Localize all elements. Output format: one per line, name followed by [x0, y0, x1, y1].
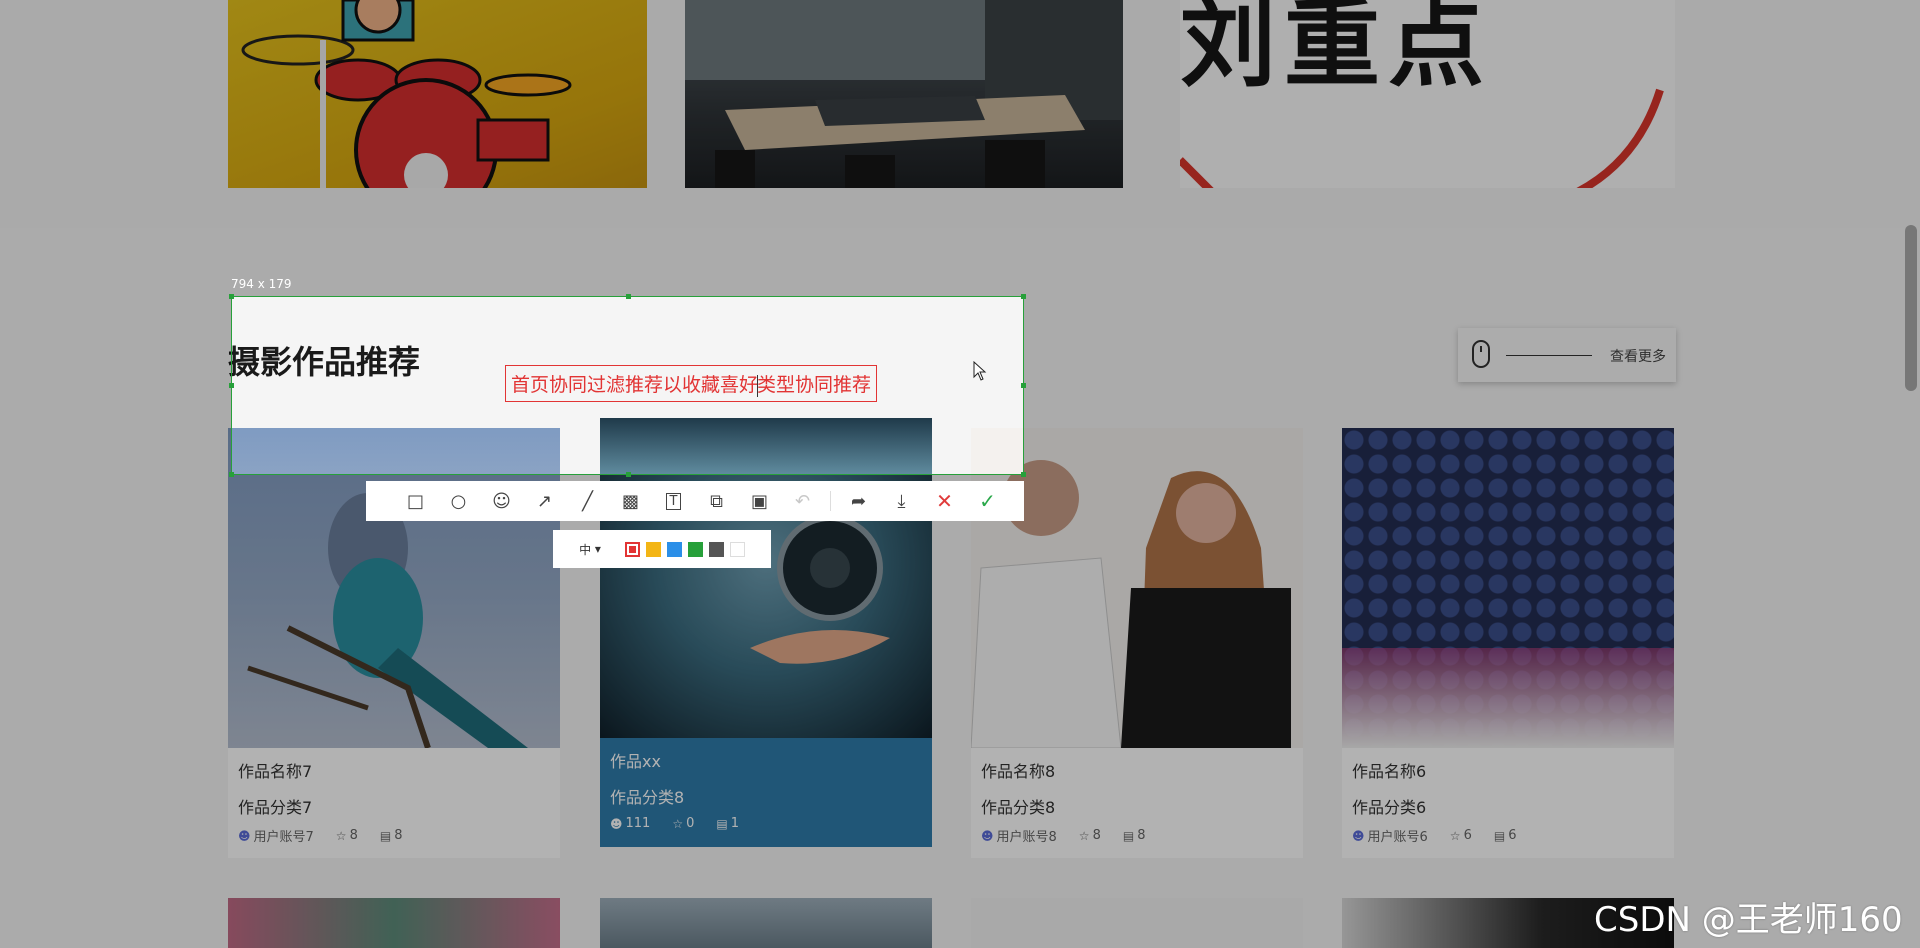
drummer-illustration-image[interactable] — [228, 0, 647, 188]
slogan-image[interactable]: 刘重点 — [1180, 0, 1675, 188]
blueberries-photo — [1342, 428, 1674, 748]
user-icon: ☻ — [981, 828, 994, 843]
star-icon: ☆ — [672, 816, 684, 831]
user-icon: ☻ — [610, 816, 623, 831]
share-icon[interactable]: ➦ — [837, 481, 880, 521]
mouse-icon — [1472, 340, 1490, 368]
work-meta: ☻ 用户账号8 ☆ 8 ▤ 8 — [981, 826, 1145, 845]
resize-handle[interactable] — [1021, 383, 1026, 388]
work-card[interactable]: 作品名称6 作品分类6 ☻ 用户账号6 ☆ 6 ▤ 6 — [1342, 428, 1674, 858]
meeting-room-image[interactable] — [685, 0, 1123, 188]
color-swatch-green[interactable] — [688, 541, 703, 557]
work-user: 用户账号6 — [1367, 830, 1428, 845]
view-more-label: 查看更多 — [1610, 349, 1666, 365]
comment-icon: ▤ — [1122, 828, 1135, 843]
text-style-bar: 中 ▾ — [553, 530, 771, 568]
work-category: 作品分类8 — [610, 788, 685, 807]
close-icon[interactable]: ✕ — [923, 481, 966, 521]
work-name: 作品名称7 — [238, 762, 313, 781]
ellipse-icon[interactable]: ○ — [437, 481, 480, 521]
user-icon: ☻ — [1352, 828, 1365, 843]
work-meta: ☻ 用户账号6 ☆ 6 ▤ 6 — [1352, 826, 1516, 845]
work-user: 用户账号8 — [996, 830, 1057, 845]
work-comments: 6 — [1508, 828, 1517, 843]
user-icon: ☻ — [238, 828, 251, 843]
color-swatch-yellow[interactable] — [646, 541, 661, 557]
work-stars: 6 — [1463, 828, 1472, 843]
color-swatch-blue[interactable] — [667, 541, 682, 557]
resize-handle[interactable] — [1021, 294, 1026, 299]
work-category: 作品分类7 — [238, 798, 313, 817]
resize-handle[interactable] — [1021, 472, 1026, 477]
line-icon[interactable]: ╱ — [566, 481, 609, 521]
selection-size-label: 794 x 179 — [231, 277, 292, 291]
work-category: 作品分类6 — [1352, 798, 1427, 817]
font-size-value: 中 — [579, 542, 592, 557]
star-icon: ☆ — [1078, 828, 1090, 843]
annotation-text-after: 类型协同推荐 — [757, 374, 872, 396]
color-swatch-red[interactable] — [625, 541, 640, 557]
resize-handle[interactable] — [229, 383, 234, 388]
page-scrollbar[interactable] — [1905, 225, 1917, 391]
ocr-icon[interactable]: ▣ — [738, 481, 781, 521]
star-icon: ☆ — [335, 828, 347, 843]
work-stars: 0 — [686, 816, 695, 831]
divider-line — [1506, 355, 1592, 356]
work-meta: ☻ 用户账号7 ☆ 8 ▤ 8 — [238, 826, 402, 845]
resize-handle[interactable] — [229, 294, 234, 299]
work-name: 作品名称8 — [981, 762, 1056, 781]
toolbar-separator — [830, 491, 831, 511]
work-name: 作品名称6 — [1352, 762, 1427, 781]
bird-photo — [228, 428, 560, 748]
work-stars: 8 — [1092, 828, 1101, 843]
resize-handle[interactable] — [229, 472, 234, 477]
work-comments: 1 — [730, 816, 740, 831]
view-more-button[interactable]: 查看更多 — [1458, 328, 1676, 382]
work-category: 作品分类8 — [981, 798, 1056, 817]
work-stars: 8 — [349, 828, 358, 843]
work-card-image[interactable] — [971, 898, 1303, 948]
mouse-cursor-icon — [973, 361, 987, 381]
comment-icon: ▤ — [379, 828, 392, 843]
resize-handle[interactable] — [626, 472, 631, 477]
text-icon[interactable]: T — [652, 481, 695, 521]
work-comments: 8 — [1137, 828, 1146, 843]
work-user: 111 — [625, 816, 651, 831]
comment-icon: ▤ — [1493, 828, 1506, 843]
work-card-image[interactable] — [228, 898, 560, 948]
screenshot-toolbar: □ ○ ☺ ↗ ╱ ▩ T ⧉ ▣ ↶ ➦ ⤓ ✕ ✓ — [366, 481, 1024, 521]
chevron-down-icon: ▾ — [594, 542, 601, 556]
work-comments: 8 — [394, 828, 403, 843]
download-icon[interactable]: ⤓ — [880, 481, 923, 521]
resize-handle[interactable] — [626, 294, 631, 299]
font-size-select[interactable]: 中 ▾ — [561, 537, 619, 561]
work-name: 作品xx — [610, 752, 661, 771]
pin-icon[interactable]: ⧉ — [695, 481, 738, 521]
work-meta: ☻ 111 ☆ 0 ▤ 1 — [610, 816, 739, 831]
work-user: 用户账号7 — [253, 830, 314, 845]
arrow-icon[interactable]: ↗ — [523, 481, 566, 521]
emoji-icon[interactable]: ☺ — [480, 481, 523, 521]
annotation-text-before: 首页协同过滤推荐以收藏喜好 — [511, 374, 759, 396]
color-swatch-white[interactable] — [730, 541, 745, 557]
color-swatch-gray[interactable] — [709, 541, 724, 557]
mosaic-icon[interactable]: ▩ — [609, 481, 652, 521]
work-card-image[interactable] — [600, 898, 932, 948]
rectangle-icon[interactable]: □ — [394, 481, 437, 521]
star-icon: ☆ — [1449, 828, 1461, 843]
text-annotation-box[interactable]: 首页协同过滤推荐以收藏喜好类型协同推荐 — [505, 365, 878, 402]
undo-icon[interactable]: ↶ — [781, 481, 824, 521]
watermark: CSDN @王老师160 — [1594, 900, 1903, 940]
confirm-icon[interactable]: ✓ — [966, 481, 1009, 521]
comment-icon: ▤ — [716, 816, 728, 831]
